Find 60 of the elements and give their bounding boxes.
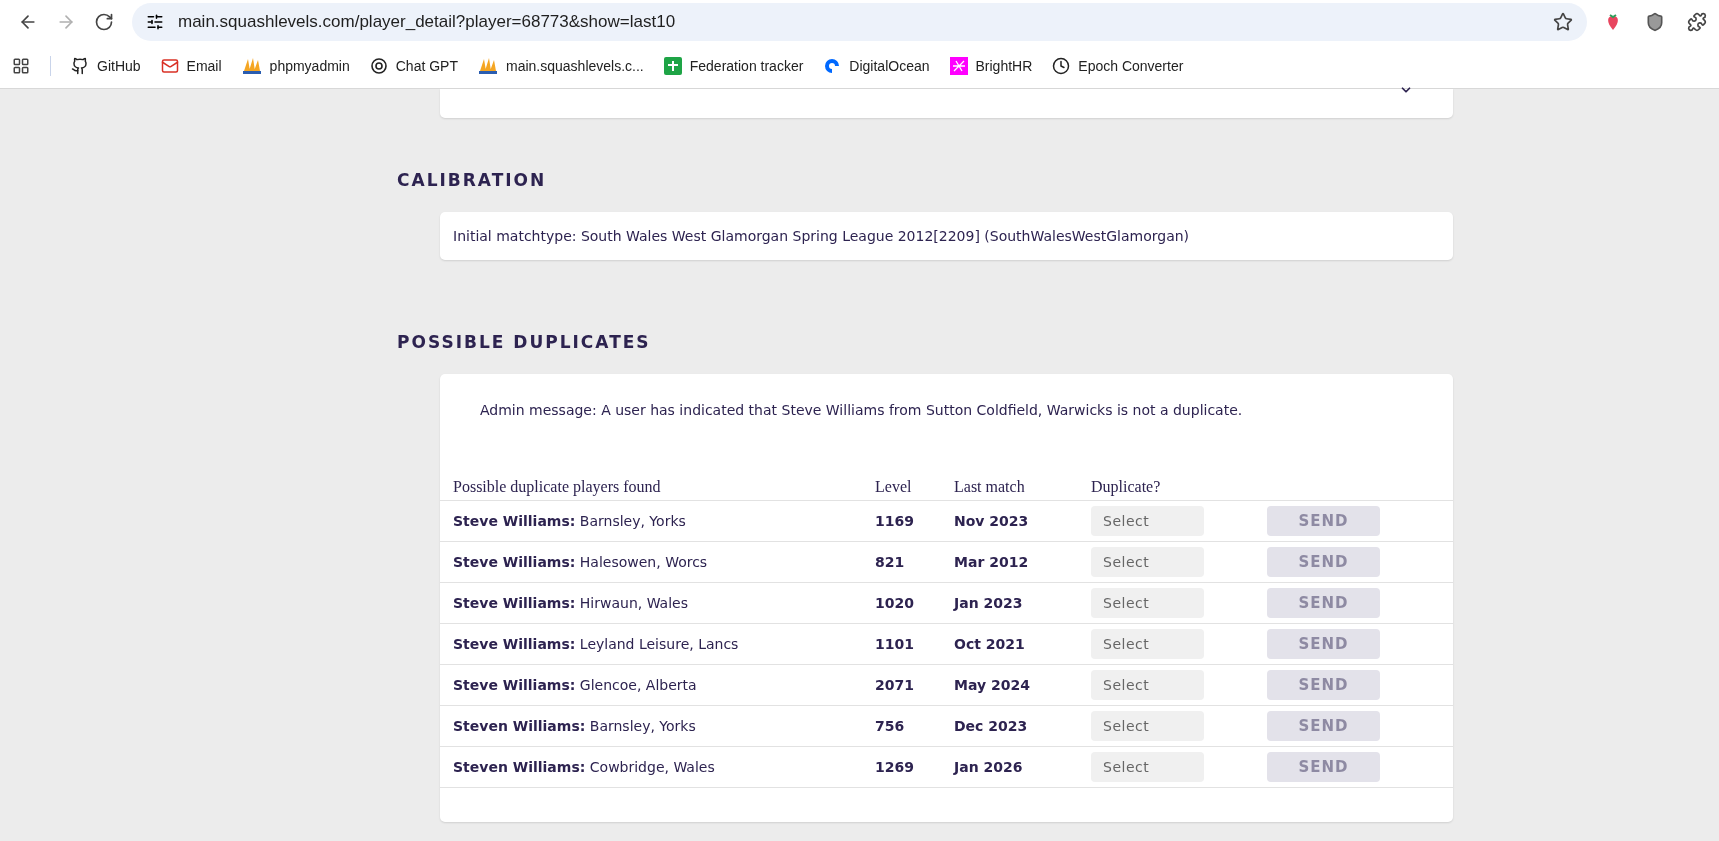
- level-cell-text: 1020: [875, 595, 915, 611]
- level-cell-text: 821: [875, 554, 906, 570]
- duplicate-select[interactable]: Select: [1091, 547, 1204, 577]
- bookmark-link[interactable]: phpmyadmin: [241, 56, 350, 75]
- apps-icon[interactable]: [12, 56, 30, 75]
- player-cell-text: Steve Williams: Barnsley, Yorks: [453, 513, 687, 529]
- bookmark-link[interactable]: BrightHR: [949, 56, 1033, 75]
- player-cell-text: Steven Williams: Cowbridge, Wales: [453, 759, 716, 775]
- star-icon[interactable]: [1553, 11, 1573, 32]
- player-cell-text: Steve Williams: Hirwaun, Wales: [453, 595, 689, 611]
- player-cell-text: Steve Williams: Glencoe, Alberta: [453, 677, 698, 693]
- calibration-text: Initial matchtype: South Wales West Glamorgan Spring League 2012[2209] (SouthWalesWestGlamorgan): [452, 227, 1191, 246]
- duplicate-select[interactable]: Select: [1091, 588, 1204, 618]
- bookmark-link[interactable]: Federation tracker: [663, 56, 804, 75]
- last-match-cell-text: Nov 2023: [954, 513, 1030, 529]
- address-bar[interactable]: main.squashlevels.com/player_detail?player=68773&show=last10: [132, 2, 1587, 41]
- column-header: Duplicate?: [1091, 478, 1162, 496]
- last-match-cell-text: Jan 2023: [954, 595, 1024, 611]
- duplicate-select[interactable]: Select: [1091, 711, 1204, 741]
- bookmark-link[interactable]: Chat GPT: [369, 56, 458, 75]
- bookmark-link[interactable]: GitHub: [71, 56, 141, 75]
- level-cell-text: 756: [875, 718, 906, 734]
- reload-icon: [94, 11, 114, 32]
- github-icon: [71, 56, 89, 75]
- duplicate-select[interactable]: Select: [1091, 629, 1204, 659]
- bookmark-link[interactable]: DigitalOcean: [823, 56, 930, 75]
- site-settings-icon[interactable]: [146, 12, 164, 31]
- shield-icon[interactable]: [1645, 11, 1665, 32]
- column-header: Level: [875, 478, 913, 496]
- knot-icon: [369, 56, 388, 75]
- duplicate-select[interactable]: Select: [1091, 506, 1204, 536]
- player-cell-text: Steven Williams: Barnsley, Yorks: [453, 718, 697, 734]
- section-heading: POSSIBLE DUPLICATES: [397, 332, 652, 352]
- level-cell-text: 1269: [875, 759, 915, 775]
- spark-icon: [949, 56, 968, 75]
- admin-message: Admin message: A user has indicated that Steve Williams from Sutton Coldfield, Warwicks is not a duplicate.: [479, 401, 1244, 420]
- section-heading: CALIBRATION: [397, 170, 548, 190]
- level-cell-text: 1169: [875, 513, 915, 529]
- url-text: main.squashlevels.com/player_detail?player=68773&show=last10: [178, 11, 676, 32]
- bookmark-link[interactable]: main.squashlevels.c...: [478, 56, 644, 75]
- mail-icon: [160, 56, 179, 75]
- last-match-cell-text: Jan 2026: [954, 759, 1024, 775]
- duplicate-select[interactable]: Select: [1091, 752, 1204, 782]
- bookmark-link[interactable]: Epoch Converter: [1052, 56, 1184, 75]
- column-header: Last match: [954, 478, 1026, 496]
- last-match-cell-text: May 2024: [954, 677, 1031, 693]
- last-match-cell-text: Oct 2021: [954, 636, 1026, 652]
- player-cell-text: Steve Williams: Halesowen, Worcs: [453, 554, 709, 570]
- player-cell-text: Steve Williams: Leyland Leisure, Lancs: [453, 636, 740, 652]
- last-match-cell-text: Dec 2023: [954, 718, 1029, 734]
- puzzle-icon[interactable]: [1687, 11, 1707, 32]
- clock-icon: [1052, 56, 1071, 75]
- duplicate-select[interactable]: Select: [1091, 670, 1204, 700]
- level-cell-text: 2071: [875, 677, 915, 693]
- plus-icon: [663, 56, 682, 75]
- bookmark-link[interactable]: Email: [160, 56, 222, 75]
- ring-icon: [823, 56, 842, 75]
- level-cell-text: 1101: [875, 636, 915, 652]
- column-header: Possible duplicate players found: [453, 478, 662, 496]
- last-match-cell-text: Mar 2012: [954, 554, 1030, 570]
